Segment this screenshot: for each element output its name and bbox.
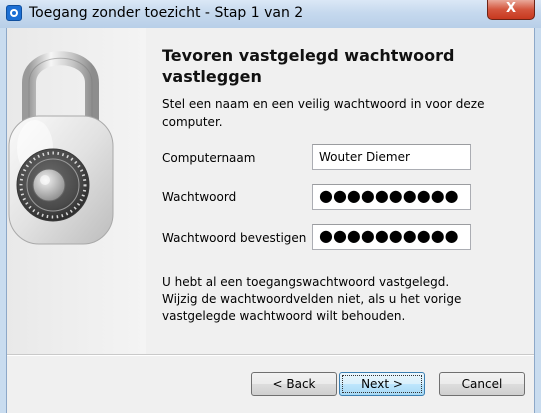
window-title: Toegang zonder toezicht - Stap 1 van 2 bbox=[29, 5, 304, 21]
illustration-panel bbox=[7, 28, 146, 354]
info-text: U hebt al een toegangswachtwoord vastgel… bbox=[162, 275, 462, 323]
confirm-password-label: Wachtwoord bevestigen bbox=[162, 231, 307, 245]
cancel-button[interactable]: Cancel bbox=[439, 372, 525, 396]
next-button[interactable]: Next > bbox=[339, 372, 425, 396]
wizard-content: Tevoren vastgelegd wachtwoord vastleggen… bbox=[146, 28, 534, 354]
close-button[interactable]: X bbox=[487, 0, 535, 20]
instruction-text: Stel een naam en een veilig wachtwoord i… bbox=[162, 97, 485, 129]
dialog-body: Tevoren vastgelegd wachtwoord vastleggen… bbox=[6, 28, 535, 413]
next-button-label: Next > bbox=[342, 375, 422, 393]
padlock-icon bbox=[8, 51, 114, 245]
page-title: Tevoren vastgelegd wachtwoord vastleggen bbox=[162, 46, 455, 86]
teamviewer-icon bbox=[6, 5, 22, 21]
computer-name-label: Computernaam bbox=[162, 151, 256, 165]
back-button[interactable]: < Back bbox=[251, 372, 337, 396]
divider bbox=[7, 354, 534, 356]
confirm-password-field[interactable]: ●●●●●●●●●● bbox=[312, 224, 471, 250]
title-bar[interactable]: Toegang zonder toezicht - Stap 1 van 2 X bbox=[0, 0, 541, 28]
computer-name-field[interactable]: Wouter Diemer bbox=[312, 144, 471, 170]
password-field[interactable]: ●●●●●●●●●● bbox=[312, 184, 471, 210]
password-label: Wachtwoord bbox=[162, 190, 237, 204]
